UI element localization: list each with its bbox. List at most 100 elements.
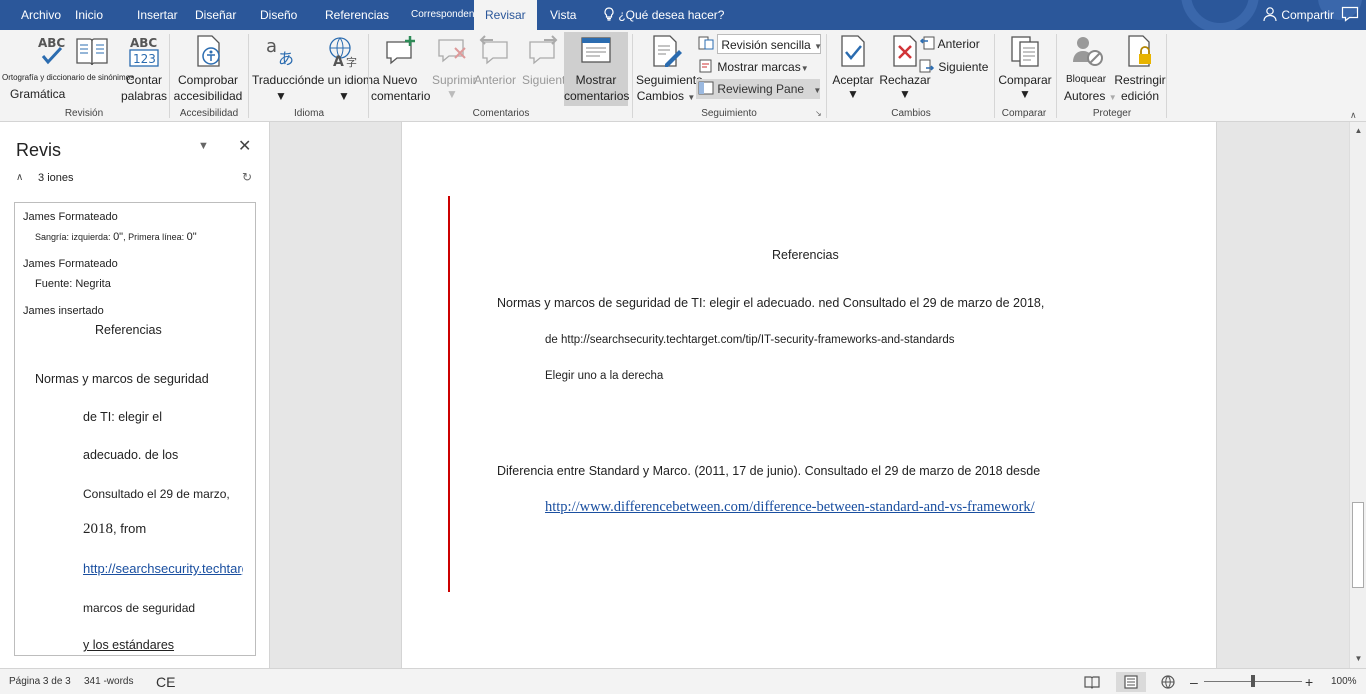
new-comment-label-1: Nuevo	[382, 73, 418, 87]
tab-insertar[interactable]: Insertar	[137, 0, 178, 30]
word-count-indicator[interactable]: 341 -words	[84, 669, 133, 694]
revision-inserted-line: y los estándares	[83, 638, 175, 652]
accept-button[interactable]: Aceptar ▼	[830, 32, 876, 106]
close-icon[interactable]: ✕	[238, 136, 251, 156]
thesaurus-book-icon[interactable]	[74, 34, 110, 68]
reviewing-pane-button[interactable]: Reviewing Pane ▼	[696, 79, 821, 99]
scroll-up-icon[interactable]: ▲	[1350, 124, 1366, 138]
page-indicator[interactable]: Página 3 de 3	[9, 669, 71, 694]
previous-comment-icon	[479, 35, 508, 65]
restrict-editing-icon	[1128, 35, 1151, 67]
block-authors-label-1: Bloquear	[1066, 74, 1107, 85]
translate-label: Traducción	[252, 73, 311, 87]
scroll-down-icon[interactable]: ▼	[1350, 652, 1366, 666]
next-change-button[interactable]: Siguiente	[919, 57, 988, 77]
group-label-cambios: Cambios	[891, 108, 931, 119]
revision-author[interactable]: James Formateado	[23, 211, 118, 223]
document-page[interactable]: Referencias Normas y marcos de seguridad…	[401, 122, 1217, 668]
previous-comment-button[interactable]: Anterior	[474, 32, 516, 106]
share-button[interactable]: Compartir	[1262, 0, 1359, 30]
vertical-scrollbar[interactable]: ▲ ▼	[1349, 122, 1366, 668]
compare-button[interactable]: Comparar ▼	[998, 32, 1052, 106]
revision-link[interactable]: http://searchsecurity.techtarget.com	[83, 561, 243, 576]
zoom-out-icon[interactable]: –	[1190, 669, 1198, 694]
comment-icon[interactable]	[1341, 6, 1359, 22]
collapse-ribbon-icon[interactable]: ∧	[1350, 110, 1357, 121]
check-accessibility-button[interactable]: Comprobar accesibilidad	[172, 32, 244, 106]
refresh-icon[interactable]: ↻	[242, 170, 252, 184]
revision-count: 3 iones	[38, 172, 73, 184]
scroll-thumb[interactable]	[1352, 502, 1364, 588]
translate-icon: aあ	[266, 36, 294, 68]
tell-me-label: ¿Qué desea hacer?	[618, 8, 725, 22]
zoom-level[interactable]: 100%	[1331, 669, 1357, 694]
revision-list[interactable]: James Formateado Sangría: izquierda: 0",…	[14, 202, 256, 656]
display-for-review-select[interactable]: Revisión sencilla ▼	[698, 34, 822, 54]
new-comment-icon	[386, 36, 415, 65]
track-changes-label-2: Cambios ▼	[636, 88, 696, 106]
delete-comment-button[interactable]: Suprimir ▼	[432, 32, 477, 106]
show-comments-button[interactable]: Mostrar comentarios	[564, 32, 629, 106]
tab-correspondencia[interactable]: Correspondencia	[411, 0, 474, 30]
zoom-slider-thumb[interactable]	[1251, 675, 1255, 687]
group-separator	[248, 34, 249, 118]
doc-ref2-line1[interactable]: Diferencia entre Standard y Marco. (2011…	[497, 464, 1040, 478]
read-mode-icon[interactable]	[1084, 675, 1100, 689]
show-markup-button[interactable]: Mostrar marcas▼	[698, 57, 809, 77]
translate-button[interactable]: aあ Traducción ▼	[252, 32, 311, 106]
doc-heading[interactable]: Referencias	[772, 248, 839, 262]
tell-me-search[interactable]: ¿Qué desea hacer?	[603, 0, 724, 30]
restrict-editing-button[interactable]: Restringir edición	[1114, 32, 1166, 106]
group-separator	[632, 34, 633, 118]
tab-disenar[interactable]: Diseñar	[195, 0, 236, 30]
delete-comment-icon	[438, 39, 466, 63]
zoom-in-icon[interactable]: +	[1305, 669, 1313, 694]
track-changes-icon	[653, 35, 682, 67]
collapse-icon[interactable]: ∧	[16, 172, 23, 183]
block-authors-button[interactable]: Bloquear Autores ▼	[1060, 32, 1117, 106]
group-label-comparar: Comparar	[1001, 108, 1047, 119]
revision-author[interactable]: James insertado	[23, 305, 104, 317]
word-count-button[interactable]: ABC 123 Contar palabras	[120, 32, 168, 106]
previous-change-button[interactable]: Anterior	[919, 34, 980, 54]
doc-ref1-line2[interactable]: de http://searchsecurity.techtarget.com/…	[545, 334, 954, 346]
revision-inserted-line: Normas y marcos de seguridad	[35, 372, 209, 386]
doc-ref1-line1[interactable]: Normas y marcos de seguridad de TI: eleg…	[497, 296, 1044, 310]
svg-text:あ: あ	[278, 49, 294, 68]
next-change-icon	[919, 59, 935, 73]
spelling-label-2: Gramática	[10, 87, 66, 101]
language-indicator[interactable]: CE	[156, 669, 175, 694]
block-authors-label-2: Autores ▼	[1064, 88, 1117, 106]
next-comment-icon	[529, 35, 558, 65]
tab-vista[interactable]: Vista	[550, 0, 576, 30]
reviewing-pane: Revis ▼ ✕ ∧ 3 iones ↻ James Formateado S…	[0, 122, 270, 668]
translate-dropdown-icon: ▼	[275, 89, 287, 103]
new-comment-button[interactable]: Nuevo comentario	[371, 32, 430, 106]
dialog-launcher-icon[interactable]: ↘	[815, 109, 822, 118]
next-comment-button[interactable]: Siguiente	[522, 32, 572, 106]
revision-value-a: 0"	[113, 231, 124, 243]
print-layout-icon[interactable]	[1123, 675, 1139, 689]
group-separator	[994, 34, 995, 118]
revision-link-text[interactable]: http://searchsecurity.techtarget.com	[83, 561, 243, 576]
pane-options-dropdown-icon[interactable]: ▼	[198, 140, 209, 152]
tab-diseno[interactable]: Diseño	[260, 0, 297, 30]
track-changes-button[interactable]: Seguimiento Cambios ▼	[636, 32, 703, 106]
revision-author[interactable]: James Formateado	[23, 258, 118, 270]
tab-referencias[interactable]: Referencias	[325, 0, 389, 30]
group-label-proteger: Proteger	[1092, 108, 1132, 119]
tab-revisar[interactable]: Revisar	[474, 0, 537, 30]
word-window: Archivo Inicio Insertar Diseñar Diseño R…	[0, 0, 1366, 694]
document-area[interactable]: Referencias Normas y marcos de seguridad…	[271, 122, 1349, 668]
doc-ref2-link-text[interactable]: http://www.differencebetween.com/differe…	[545, 499, 1035, 515]
svg-text:字: 字	[346, 55, 357, 68]
accessibility-label-2: accesibilidad	[173, 89, 243, 103]
doc-ref1-line3[interactable]: Elegir uno a la derecha	[545, 370, 663, 382]
tab-inicio[interactable]: Inicio	[75, 0, 103, 30]
tab-archivo[interactable]: Archivo	[21, 0, 61, 30]
display-for-review-field[interactable]: Revisión sencilla ▼	[717, 34, 822, 54]
web-layout-icon[interactable]	[1160, 675, 1176, 689]
revision-from: , from	[113, 521, 147, 536]
doc-ref2-link[interactable]: http://www.differencebetween.com/differe…	[545, 499, 1035, 516]
revision-detail: Sangría: izquierda: 0", Primera línea: 0…	[35, 231, 197, 243]
